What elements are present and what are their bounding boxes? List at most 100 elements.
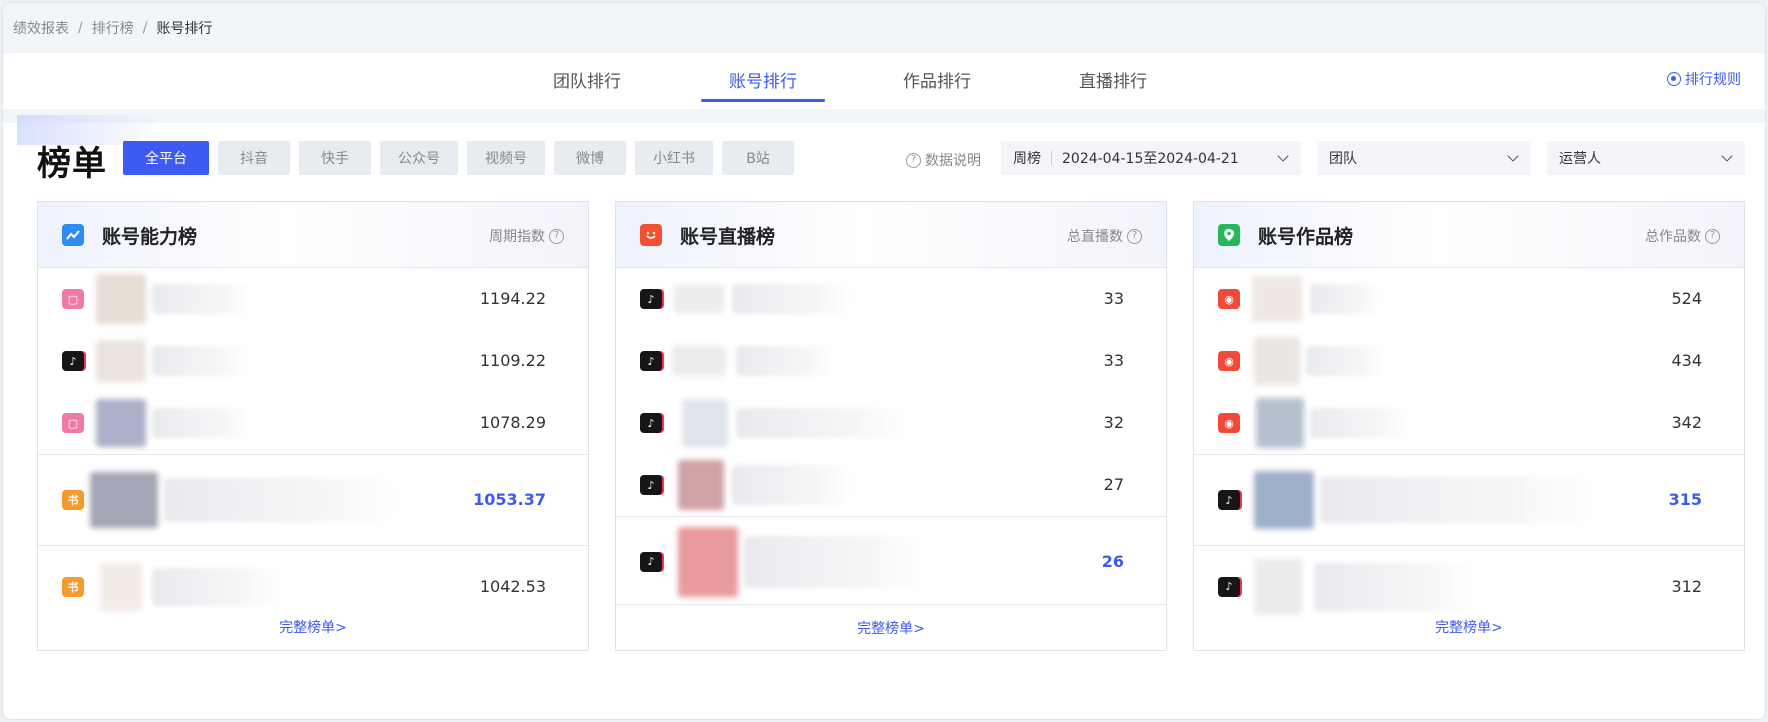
data-note-label: 数据说明 [925,153,981,169]
ranking-value: 33 [1103,351,1124,370]
smile-icon [640,224,662,246]
ranking-value: 1053.37 [473,490,546,509]
card-title: 账号能力榜 [102,226,198,248]
account-works-card: 账号作品榜 总作品数 ? ◉ 524 ◉ 434 ◉ 342 ♪ 315 ♪ 3… [1193,201,1745,651]
account-ability-card: 账号能力榜 周期指数 ? ▢ 1194.22 ♪ 1109.22 ▢ 1078.… [37,201,589,651]
help-icon[interactable]: ? [549,228,564,244]
ranking-row[interactable]: ◉ 434 [1194,330,1744,392]
ranking-row[interactable]: ♪ 1109.22 [38,330,588,392]
ranking-row[interactable]: ▢ 1194.22 [38,268,588,330]
help-icon[interactable]: ? [1127,228,1142,244]
ranking-value: 1109.22 [479,351,546,370]
card-metric-label: 总直播数 ? [1067,226,1142,246]
ranking-row[interactable]: ◉ 342 [1194,392,1744,454]
ranking-value: 1194.22 [479,289,546,308]
avatar [672,346,726,376]
card-header: 账号能力榜 周期指数 ? [38,202,588,268]
team-select[interactable]: 团队 [1317,141,1531,175]
xiaohongshu-icon: 书 [62,576,84,597]
douyin-icon: ♪ [640,289,662,309]
douyin-icon: ♪ [62,351,84,371]
ranking-row[interactable]: ♪ 26 [616,516,1166,606]
operator-select[interactable]: 运营人 [1547,141,1745,175]
period-select[interactable]: 周榜 2024-04-15至2024-04-21 [1001,141,1301,175]
account-name-blurred [732,465,852,505]
tab-live-ranking[interactable]: 直播排行 [1077,67,1149,101]
breadcrumb: 绩效报表 / 排行榜 / 账号排行 [3,3,1765,53]
account-name-blurred [744,535,924,588]
account-name-blurred [1306,346,1384,376]
chevron-down-icon [1277,150,1289,162]
account-name-blurred [152,567,280,606]
ranking-row[interactable]: ◉ 524 [1194,268,1744,330]
tab-account-ranking[interactable]: 账号排行 [701,67,825,102]
card-header: 账号作品榜 总作品数 ? [1194,202,1744,268]
platform-channels-button[interactable]: 视频号 [467,141,545,175]
ranking-row[interactable]: ♪ 33 [616,330,1166,392]
account-name-blurred [732,284,852,314]
breadcrumb-item[interactable]: 排行榜 [92,18,134,38]
platform-bilibili-button[interactable]: B站 [722,141,794,175]
tab-team-ranking[interactable]: 团队排行 [551,67,623,101]
metric-label: 总作品数 [1645,229,1701,245]
help-icon[interactable]: ? [1705,228,1720,244]
ranking-value: 1078.29 [479,413,546,432]
full-ranking-link[interactable]: 完整榜单> [616,604,1166,650]
account-name-blurred [164,478,396,522]
card-metric-label: 总作品数 ? [1645,226,1720,246]
douyin-icon: ♪ [1218,576,1240,597]
full-ranking-link[interactable]: 完整榜单> [1194,604,1744,650]
avatar [90,472,158,528]
target-icon [1667,72,1681,86]
ranking-value: 315 [1668,490,1702,509]
account-name-blurred [736,346,836,376]
breadcrumb-separator: / [78,20,83,36]
platform-weibo-button[interactable]: 微博 [554,141,626,175]
page-frame: 绩效报表 / 排行榜 / 账号排行 团队排行 账号排行 作品排行 直播排行 排行… [2,2,1766,720]
ranking-row[interactable]: ♪ 315 [1194,454,1744,545]
ranking-row[interactable]: 书 1053.37 [38,454,588,545]
avatar [96,274,146,324]
platform-wechat-official-button[interactable]: 公众号 [380,141,458,175]
chevron-down-icon [1721,150,1733,162]
avatar [1254,471,1314,529]
tab-works-ranking[interactable]: 作品排行 [901,67,973,101]
data-note-link[interactable]: ? 数据说明 [906,150,981,170]
ranking-row[interactable]: ♪ 33 [616,268,1166,330]
ranking-value: 26 [1101,551,1124,571]
platform-filter: 全平台 抖音 快手 公众号 视频号 微博 小红书 B站 [123,141,794,175]
team-select-value: 团队 [1329,151,1357,167]
board-title: 榜单 [37,144,107,184]
ranking-value: 27 [1103,475,1124,494]
platform-douyin-button[interactable]: 抖音 [218,141,290,175]
weibo-icon: ◉ [1218,413,1240,433]
operator-select-value: 运营人 [1559,151,1601,167]
douyin-icon: ♪ [640,551,662,572]
trend-chart-icon [62,224,84,246]
card-header: 账号直播榜 总直播数 ? [616,202,1166,268]
full-ranking-link[interactable]: 完整榜单> [38,604,588,650]
breadcrumb-separator: / [142,20,148,36]
ranking-row[interactable]: ♪ 32 [616,392,1166,454]
account-name-blurred [736,408,906,438]
card-title: 账号直播榜 [680,226,776,248]
avatar [678,460,724,510]
weibo-icon: ◉ [1218,289,1240,309]
chevron-down-icon [1507,150,1519,162]
avatar [96,340,146,382]
ranking-row[interactable]: ▢ 1078.29 [38,392,588,454]
platform-xiaohongshu-button[interactable]: 小红书 [635,141,713,175]
platform-kuaishou-button[interactable]: 快手 [299,141,371,175]
ranking-rules-link[interactable]: 排行规则 [1667,69,1741,89]
ranking-row[interactable]: ♪ 27 [616,454,1166,516]
ranking-value: 342 [1671,413,1702,432]
breadcrumb-item[interactable]: 绩效报表 [13,18,69,38]
platform-all-button[interactable]: 全平台 [123,141,209,175]
account-name-blurred [152,284,252,314]
account-name-blurred [1310,408,1410,438]
card-metric-label: 周期指数 ? [489,226,564,246]
xiaohongshu-icon: 书 [62,490,84,510]
ranking-value: 33 [1103,289,1124,308]
account-name-blurred [1310,284,1380,314]
ranking-value: 524 [1671,289,1702,308]
